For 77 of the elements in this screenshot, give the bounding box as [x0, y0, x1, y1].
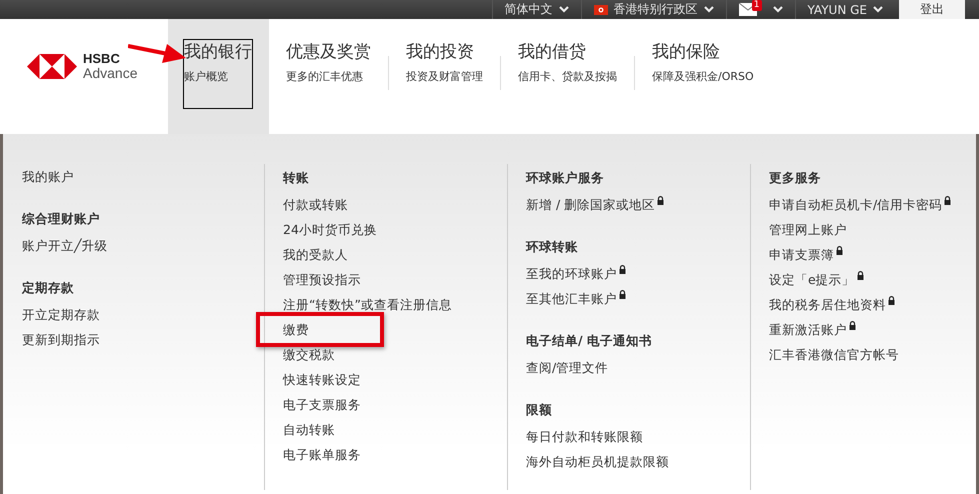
menu-heading: 环球账户服务 — [526, 169, 605, 187]
menu-link[interactable]: 申请自动柜员机卡/信用卡密码 — [769, 192, 952, 217]
lock-icon — [836, 246, 843, 255]
menu-heading: 限额 — [526, 401, 553, 419]
flag-icon — [594, 4, 608, 14]
menu-link[interactable]: 缴费 — [283, 317, 309, 342]
arrow-annotation — [128, 41, 186, 65]
menu-link[interactable]: 24小时货币兑换 — [283, 217, 377, 242]
menu-link[interactable]: 注册“转数快”或查看注册信息 — [283, 292, 452, 317]
menu-label: YAYUN GE — [808, 2, 867, 16]
menu-link[interactable]: 海外自动柜员机提款限额 — [526, 449, 669, 474]
lock-icon — [657, 196, 664, 205]
menu-link[interactable]: 我的受款人 — [283, 242, 348, 267]
nav-tab[interactable]: 优惠及奖赏 更多的汇丰优惠 — [269, 19, 388, 134]
menu-heading: 定期存款 — [22, 279, 75, 297]
tab-title: 我的投资 — [406, 41, 475, 63]
menu-link[interactable]: 我的税务居住地资料 — [769, 292, 895, 317]
logo-subtext: Advance — [83, 66, 138, 80]
menu-link[interactable]: 管理预设指示 — [283, 267, 361, 292]
menu-link[interactable]: 电子支票服务 — [283, 392, 361, 417]
lock-icon — [856, 271, 864, 280]
menu-link[interactable]: 开立定期存款 — [22, 302, 100, 327]
menu-heading: 电子结单/ 电子通知书 — [526, 332, 653, 350]
unread-badge: 1 — [752, 0, 762, 11]
menu-label: 简体中文 — [504, 1, 553, 18]
tab-subtitle: 更多的汇丰优惠 — [286, 69, 364, 84]
menu-link[interactable]: 付款或转账 — [283, 192, 348, 217]
menu-link[interactable]: 设定「e提示」 — [769, 267, 864, 292]
menu-link[interactable]: 至其他汇丰账户 — [526, 286, 626, 311]
top-menu[interactable]: 简体中文 — [492, 0, 581, 19]
tab-subtitle: 投资及财富管理 — [406, 69, 483, 84]
menu-link[interactable]: 申请支票簿 — [769, 242, 843, 267]
tab-title: 我的借贷 — [518, 41, 587, 63]
menu-link[interactable]: 重新激活账户 — [769, 317, 856, 342]
chevron-down-icon — [772, 6, 783, 13]
top-menu[interactable]: YAYUN GE — [794, 0, 895, 19]
region-menu[interactable]: 香港特别行政区 — [580, 0, 726, 19]
nav-tab[interactable]: 我的保险 保障及强积金/ORSO — [635, 19, 771, 134]
lock-icon — [619, 265, 626, 274]
menu-link[interactable]: 查阅/管理文件 — [526, 355, 608, 380]
menu-link[interactable]: 电子账单服务 — [283, 442, 361, 467]
hexagon-logo-icon — [27, 54, 77, 78]
menu-link[interactable]: 每日付款和转账限额 — [526, 424, 643, 449]
menu-link[interactable]: 新增 / 删除国家或地区 — [526, 192, 664, 217]
mail-menu[interactable]: 1 — [726, 0, 795, 19]
tab-subtitle: 保障及强积金/ORSO — [652, 69, 754, 84]
menu-link[interactable]: 至我的环球账户 — [526, 261, 626, 286]
chevron-down-icon — [873, 6, 883, 13]
tab-subtitle: 信用卡、贷款及按揭 — [518, 69, 617, 84]
menu-link[interactable]: 管理网上账户 — [769, 217, 847, 242]
menu-link[interactable]: 自动转账 — [283, 417, 335, 442]
tab-title: 我的银行 — [184, 41, 252, 63]
lock-icon — [849, 321, 856, 330]
menu-heading: 更多服务 — [769, 169, 822, 187]
lock-icon — [888, 296, 895, 305]
menu-label: 香港特别行政区 — [614, 1, 698, 18]
menu-heading: 转账 — [283, 169, 310, 187]
menu-link[interactable]: 账户开立╱升级 — [22, 233, 108, 258]
nav-tab[interactable]: 我的银行 账户概览 — [168, 19, 269, 134]
menu-link[interactable]: 缴交税款 — [283, 342, 335, 367]
logout-button[interactable]: 登出 — [899, 0, 965, 19]
lock-icon — [619, 290, 626, 299]
tab-title: 优惠及奖赏 — [286, 41, 371, 63]
menu-link[interactable]: 汇丰香港微信官方帐号 — [769, 342, 899, 367]
nav-tab[interactable]: 我的投资 投资及财富管理 — [389, 19, 500, 134]
menu-link[interactable]: 快速转账设定 — [283, 367, 361, 392]
chevron-down-icon — [704, 6, 714, 13]
nav-tab[interactable]: 我的借贷 信用卡、贷款及按揭 — [501, 19, 634, 134]
chevron-down-icon — [558, 6, 569, 13]
menu-link[interactable]: 更新到期指示 — [22, 327, 100, 352]
lock-icon — [944, 196, 952, 205]
menu-heading: 综合理财账户 — [22, 210, 101, 228]
tab-title: 我的保险 — [652, 41, 721, 63]
menu-heading: 环球转账 — [526, 238, 579, 256]
tab-subtitle: 账户概览 — [184, 69, 229, 84]
logo-text: HSBC — [83, 52, 121, 66]
menu-link[interactable]: 我的账户 — [22, 164, 74, 189]
